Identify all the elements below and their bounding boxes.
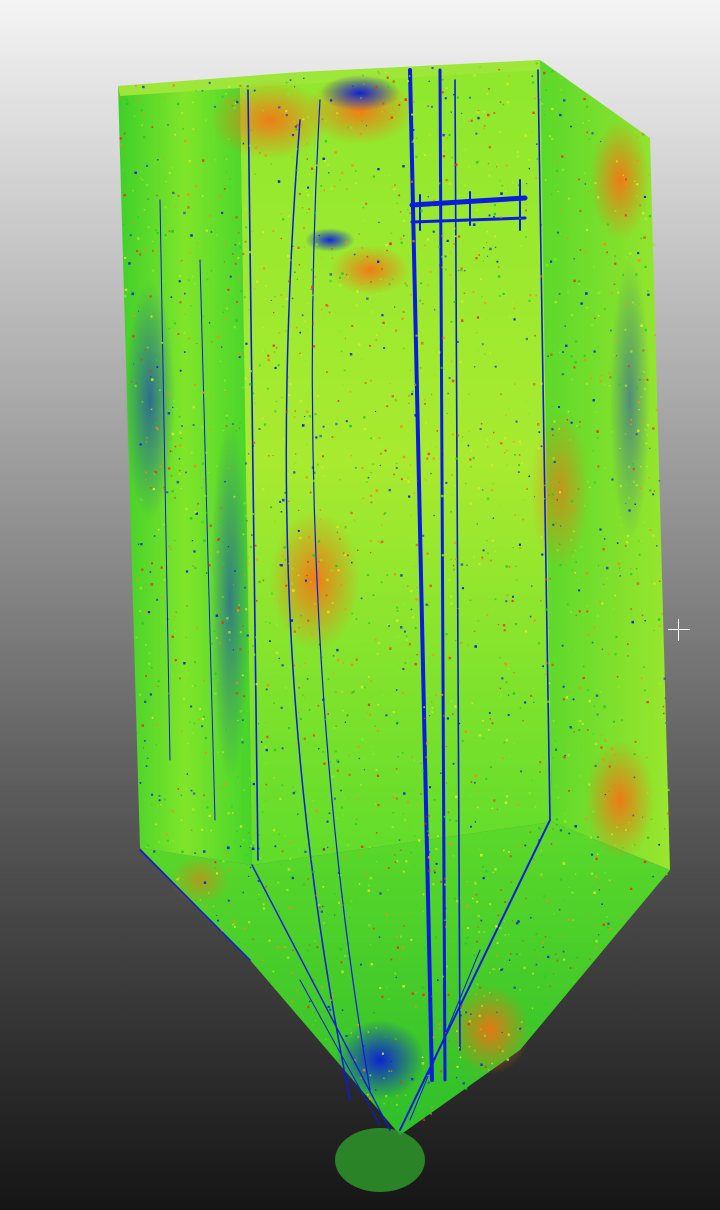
3d-viewport[interactable]	[0, 0, 720, 1210]
point-cloud-render[interactable]	[0, 0, 720, 1210]
silo-outlet-residue	[335, 1128, 425, 1192]
